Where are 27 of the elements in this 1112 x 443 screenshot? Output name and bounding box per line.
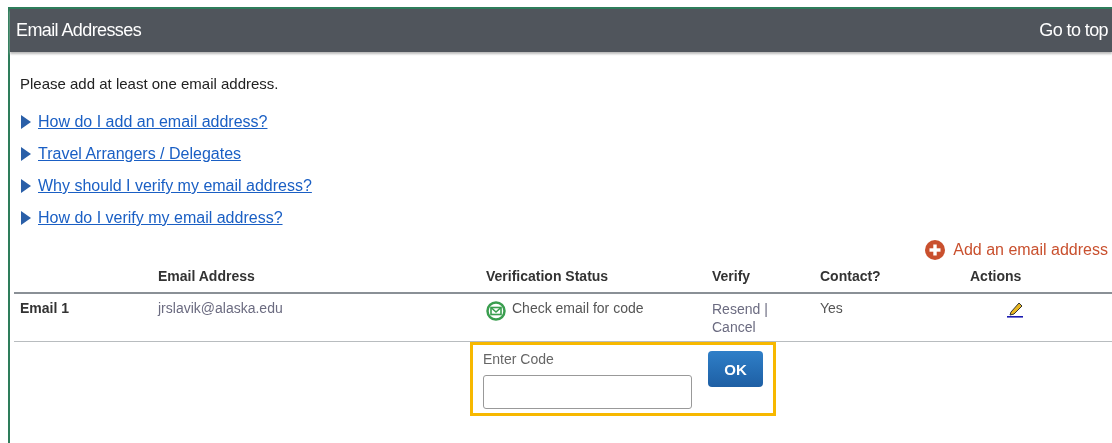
help-link[interactable]: How do I add an email address? <box>38 113 268 131</box>
row-label: Email 1 <box>20 300 71 318</box>
ok-button[interactable]: OK <box>708 351 763 387</box>
verify-link[interactable]: Resend <box>712 301 761 317</box>
go-to-top-link[interactable]: Go to top <box>1039 20 1108 41</box>
field-label: Enter Code <box>483 351 555 367</box>
add-icon <box>925 240 946 260</box>
column-header: Verification Status <box>486 267 610 284</box>
intro-text: Please add at least one email address. <box>20 75 280 92</box>
column-header: Email Address <box>158 267 256 284</box>
status-text: Check email for code <box>512 300 644 316</box>
panel-title: Email Addresses <box>16 20 142 41</box>
help-link[interactable]: Why should I verify my email address? <box>38 177 312 195</box>
column-header: Actions <box>970 267 1023 284</box>
edit-button[interactable] <box>1006 300 1024 318</box>
envelope-icon <box>486 301 506 321</box>
help-link[interactable]: How do I verify my email address? <box>38 209 283 227</box>
column-header: Verify <box>712 267 752 284</box>
column-header: Contact? <box>820 267 882 284</box>
email-cell-text: jrslavik@alaska.edu <box>158 300 284 318</box>
verify-link[interactable]: Cancel <box>712 319 756 335</box>
pencil-icon <box>1006 300 1024 318</box>
add-email-link[interactable]: Add an email address <box>925 240 1108 260</box>
code-input-field[interactable] <box>483 375 692 409</box>
separator: | <box>764 301 768 317</box>
contact-cell-text: Yes <box>820 300 844 318</box>
help-link[interactable]: Travel Arrangers / Delegates <box>38 145 242 163</box>
